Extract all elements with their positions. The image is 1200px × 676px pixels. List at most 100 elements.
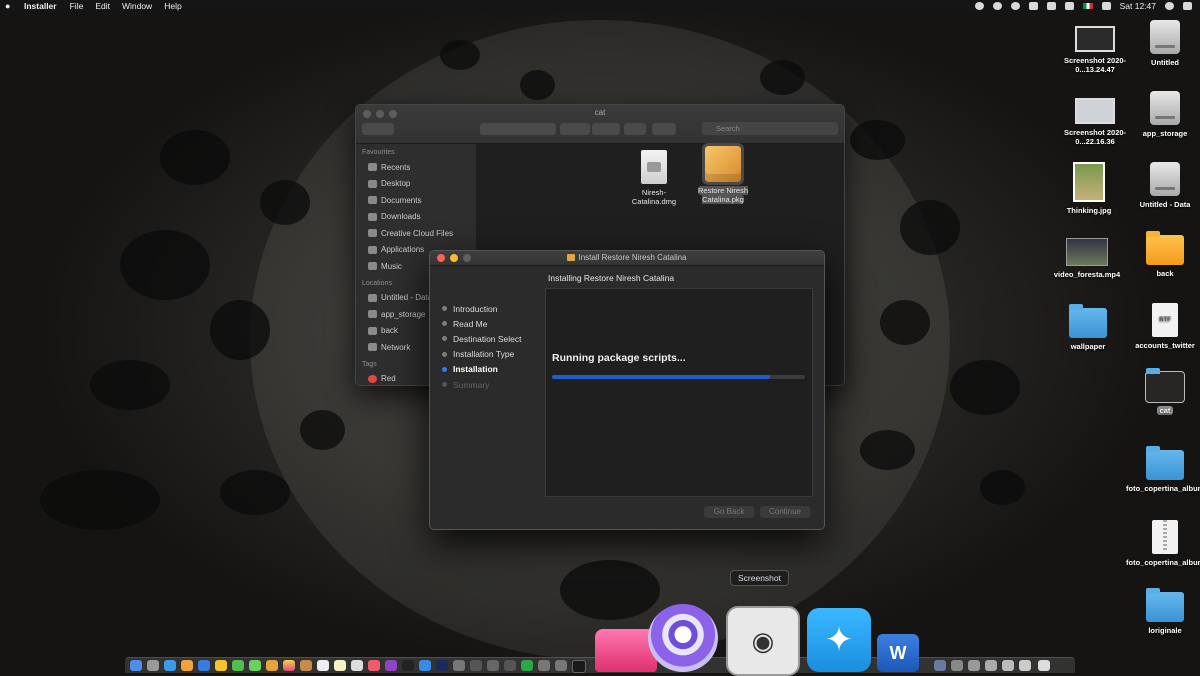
siri-icon[interactable] bbox=[1165, 1, 1174, 10]
menu-edit[interactable]: Edit bbox=[95, 1, 110, 11]
desktop-item-selected[interactable]: cat bbox=[1126, 368, 1200, 415]
menubar-clock[interactable]: Sat 12:47 bbox=[1120, 1, 1156, 11]
desktop-item[interactable]: wallpaper bbox=[1049, 304, 1127, 351]
desktop-item-label: Screenshot 2020-0...22.16.36 bbox=[1063, 128, 1127, 146]
mail-dock-icon[interactable] bbox=[198, 660, 210, 671]
airplay-icon[interactable] bbox=[1046, 1, 1056, 10]
menu-help[interactable]: Help bbox=[164, 1, 181, 11]
stack-dock-icon[interactable] bbox=[1002, 660, 1014, 671]
photoshop-dock-icon[interactable] bbox=[436, 660, 448, 671]
menu-file[interactable]: File bbox=[70, 1, 84, 11]
bluetooth-icon[interactable] bbox=[1101, 1, 1111, 10]
music-dock-icon[interactable] bbox=[368, 660, 380, 671]
sidebar-item-downloads[interactable]: Downloads bbox=[356, 209, 476, 226]
utility-dock-icon[interactable] bbox=[487, 660, 499, 671]
file-item[interactable]: Niresh-Catalina.dmg bbox=[624, 150, 684, 206]
screenshot-camera-icon[interactable]: ◉ bbox=[726, 606, 800, 676]
utility-dock-icon[interactable] bbox=[470, 660, 482, 671]
system-preferences-dock-icon[interactable] bbox=[453, 660, 465, 671]
view-mode-buttons[interactable] bbox=[480, 123, 556, 135]
desktop-item-label: back bbox=[1156, 269, 1174, 278]
sync-icon[interactable] bbox=[992, 1, 1002, 10]
control-list-icon[interactable] bbox=[1183, 1, 1192, 10]
word-dock-icon[interactable]: W bbox=[877, 634, 919, 672]
group-button[interactable] bbox=[560, 123, 590, 135]
utility-dock-icon[interactable] bbox=[504, 660, 516, 671]
launchpad-dock-icon[interactable] bbox=[147, 660, 159, 671]
desktop-item[interactable]: Untitled bbox=[1126, 20, 1200, 67]
stack-dock-icon[interactable] bbox=[985, 660, 997, 671]
wifi-icon[interactable] bbox=[1028, 1, 1038, 10]
folder-icon bbox=[1069, 304, 1107, 338]
desktop-item[interactable]: app_storage bbox=[1126, 91, 1200, 138]
facetime-dock-icon[interactable] bbox=[232, 660, 244, 671]
reminders-dock-icon[interactable] bbox=[351, 660, 363, 671]
share-icon[interactable] bbox=[624, 123, 646, 135]
podcasts-dock-icon[interactable] bbox=[385, 660, 397, 671]
terminal-dock-icon[interactable] bbox=[572, 660, 586, 673]
firefox-dock-icon[interactable] bbox=[181, 660, 193, 671]
twitter-bird-icon[interactable]: ✦ bbox=[807, 608, 871, 672]
desktop-item[interactable]: back bbox=[1126, 231, 1200, 278]
desktop-item[interactable]: Screenshot 2020-0...13.24.47 bbox=[1056, 26, 1134, 74]
messages-dock-icon[interactable] bbox=[249, 660, 261, 671]
video-file-icon bbox=[1066, 238, 1108, 266]
file-item-selected[interactable]: Restore Niresh Catalina.pkg bbox=[693, 143, 753, 204]
search-input[interactable]: Search bbox=[702, 122, 838, 135]
contacts-dock-icon[interactable] bbox=[300, 660, 312, 671]
utility-dock-icon[interactable] bbox=[555, 660, 567, 671]
trash-icon[interactable] bbox=[1038, 660, 1050, 671]
installer-titlebar[interactable]: Install Restore Niresh Catalina bbox=[430, 251, 824, 266]
creative-cloud-icon[interactable] bbox=[974, 1, 984, 10]
step-label: Destination Select bbox=[453, 333, 522, 344]
menu-app-name[interactable]: Installer bbox=[24, 1, 57, 11]
notes-dock-icon[interactable] bbox=[334, 660, 346, 671]
desktop-item[interactable]: RTF accounts_twitter bbox=[1126, 303, 1200, 350]
utility-dock-icon[interactable] bbox=[538, 660, 550, 671]
desktop-item[interactable]: loriginale bbox=[1126, 588, 1200, 635]
downloads-stack-icon[interactable] bbox=[1019, 660, 1031, 671]
desktop-item[interactable]: Screenshot 2020-0...22.16.36 bbox=[1056, 98, 1134, 146]
desktop-item[interactable]: Untitled - Data bbox=[1126, 162, 1200, 209]
tag-icon[interactable] bbox=[652, 123, 676, 135]
go-back-button[interactable]: Go Back bbox=[704, 506, 754, 518]
photos-dock-icon[interactable] bbox=[283, 660, 295, 671]
input-source-flag-icon[interactable] bbox=[1082, 2, 1093, 9]
battery-icon[interactable] bbox=[1064, 1, 1074, 10]
bittorrent-dock-icon[interactable] bbox=[648, 604, 718, 672]
apple-menu-icon[interactable]: ● bbox=[5, 1, 15, 11]
desktop-item[interactable]: video_foresta.mp4 bbox=[1048, 238, 1126, 279]
chrome-dock-icon[interactable] bbox=[215, 660, 227, 671]
preview-dock-icon[interactable] bbox=[934, 660, 946, 671]
maps-dock-icon[interactable] bbox=[266, 660, 278, 671]
step-summary: Summary bbox=[442, 377, 522, 392]
sidebar-item-documents[interactable]: Documents bbox=[356, 192, 476, 209]
finder-dock-icon[interactable] bbox=[130, 660, 142, 671]
back-forward-buttons[interactable] bbox=[362, 123, 394, 135]
safari-dock-icon[interactable] bbox=[164, 660, 176, 671]
continue-button[interactable]: Continue bbox=[760, 506, 810, 518]
stack-dock-icon[interactable] bbox=[968, 660, 980, 671]
disk-icon bbox=[368, 326, 377, 335]
installer-window[interactable]: Install Restore Niresh Catalina Installi… bbox=[429, 250, 825, 530]
stack-dock-icon[interactable] bbox=[951, 660, 963, 671]
spotify-dock-icon[interactable] bbox=[521, 660, 533, 671]
sidebar-item-desktop[interactable]: Desktop bbox=[356, 176, 476, 193]
folder-icon bbox=[1146, 446, 1184, 480]
sidebar-item-creative-cloud[interactable]: Creative Cloud Files bbox=[356, 225, 476, 242]
sidebar-item-label: Untitled - Data bbox=[381, 293, 433, 303]
menu-window[interactable]: Window bbox=[122, 1, 152, 11]
gear-icon[interactable] bbox=[592, 123, 620, 135]
desktop-item[interactable]: foto_copertina_album bbox=[1126, 446, 1200, 493]
tv-dock-icon[interactable] bbox=[402, 660, 414, 671]
cloud-icon[interactable] bbox=[1010, 1, 1020, 10]
finder-titlebar[interactable]: cat Search bbox=[356, 105, 844, 144]
sidebar-item-recents[interactable]: Recents bbox=[356, 159, 476, 176]
document-icon bbox=[368, 196, 377, 205]
step-label: Introduction bbox=[453, 303, 498, 314]
desktop-item[interactable]: foto_copertina_album.zip bbox=[1126, 520, 1200, 567]
desktop-item[interactable]: Thinking.jpg bbox=[1050, 162, 1128, 215]
app-store-dock-icon[interactable] bbox=[419, 660, 431, 671]
calendar-dock-icon[interactable] bbox=[317, 660, 329, 671]
step-dot-icon bbox=[442, 306, 447, 312]
